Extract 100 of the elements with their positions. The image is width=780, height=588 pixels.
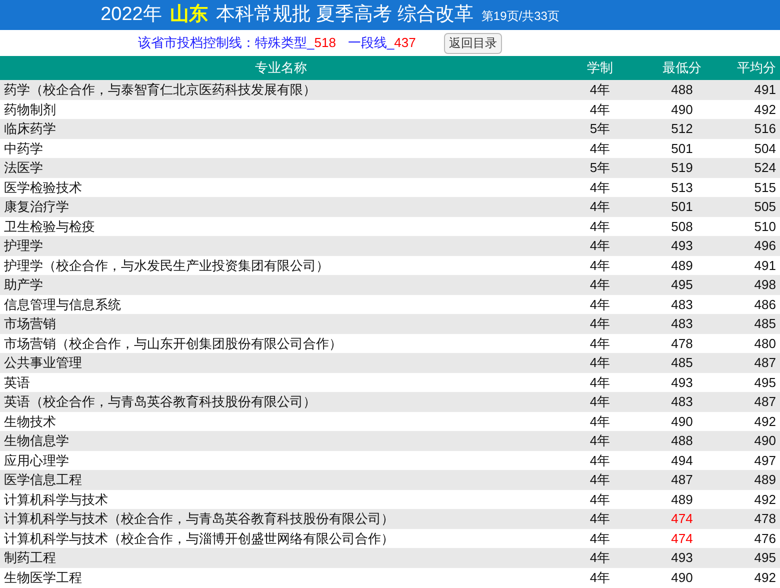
table-cell-text: 512 [670,120,694,138]
table-cell-text: 计算机科学与技术 [3,490,109,508]
table-cell-text: 4年 [588,256,612,274]
table-cell-text: 492 [753,100,777,118]
table-cell-text: 4年 [588,374,612,392]
table-cell-text: 516 [753,120,777,138]
table-cell-text: 490 [670,412,694,430]
column-header: 最低分 [662,59,702,78]
table-cell-text: 医学检验技术 [3,178,83,196]
table-cell-text: 487 [670,471,694,489]
table-cell-text: 501 [670,198,694,216]
table-cell-text: 510 [753,218,777,236]
table-cell-text: 信息管理与信息系统 [3,296,122,314]
table-cell-text: 英语（校企合作，与青岛英谷教育科技股份有限公司） [3,393,317,411]
table-cell-text: 药物制剂 [3,100,57,118]
table-cell-text: 487 [753,354,777,372]
column-header: 专业名称 [254,59,308,78]
table-cell-text: 4年 [588,334,612,352]
table-cell-text: 英语 [3,374,31,392]
table-cell-text: 488 [670,81,694,99]
table-cell-text: 4年 [588,530,612,548]
table-cell-text: 中药学 [3,140,44,158]
table-cell-text: 临床药学 [3,120,57,138]
table-cell-text: 483 [670,393,694,411]
table-cell-text: 489 [753,471,777,489]
column-header: 平均分 [736,59,777,78]
table-cell-text: 490 [670,568,694,586]
table-cell-text: 市场营销（校企合作，与山东开创集团股份有限公司合作） [3,334,343,352]
table-cell-text: 4年 [588,510,612,528]
table-cell-text: 4年 [588,315,612,333]
table-cell-text: 489 [670,490,694,508]
table-cell-text: 4年 [588,81,612,99]
table-cell-text: 市场营销 [3,315,57,333]
table-cell-text: 495 [753,549,777,567]
table-cell-text: 489 [670,256,694,274]
table-cell-text: 药学（校企合作，与泰智育仁北京医药科技发展有限） [3,81,317,99]
table-cell-text: 497 [753,452,777,470]
table-cell-text: 508 [670,218,694,236]
column-header: 学制 [586,59,614,78]
table-cell-text: 490 [753,432,777,450]
table-cell-text: 493 [670,374,694,392]
table-cell-text: 4年 [588,354,612,372]
title-text: 本科常规批 夏季高考 综合改革 [216,2,474,27]
table-cell-text: 488 [670,432,694,450]
table-cell-text: 483 [670,315,694,333]
table-cell-text: 生物医学工程 [3,568,83,586]
province-text: 山东 [170,2,208,27]
table-cell-text: 495 [670,276,694,294]
table-cell-text: 计算机科学与技术（校企合作，与淄博开创盛世网络有限公司合作） [3,530,395,548]
table-cell-text: 496 [753,237,777,255]
table-cell-text: 法医学 [3,159,44,177]
table-cell-text: 助产学 [3,276,44,294]
table-cell-text: 519 [670,159,694,177]
table-cell-text: 474 [670,510,694,528]
table-cell-text: 护理学（校企合作，与水发民生产业投资集团有限公司） [3,256,330,274]
table-cell-text: 4年 [588,568,612,586]
table-cell-text: 医学信息工程 [3,471,83,489]
table-cell-text: 4年 [588,198,612,216]
table-cell-text: 应用心理学 [3,452,70,470]
table-cell-text: 515 [753,178,777,196]
table-cell-text: 4年 [588,549,612,567]
table-cell-text: 504 [753,140,777,158]
table-cell-text: 492 [753,568,777,586]
table-cell-text: 494 [670,452,694,470]
table-cell-text: 483 [670,296,694,314]
table-cell-text: 478 [670,334,694,352]
table-cell-text: 4年 [588,237,612,255]
table-cell-text: 4年 [588,432,612,450]
table-cell-text: 康复治疗学 [3,198,70,216]
table-cell-text: 4年 [588,178,612,196]
control-line-text: 该省市投档控制线：特殊类型_518 一段线_437 [138,34,416,52]
table-cell-text: 480 [753,334,777,352]
table-cell-text: 制药工程 [3,549,57,567]
table-cell-text: 护理学 [3,237,44,255]
table-cell-text: 485 [670,354,694,372]
table-cell-text: 生物技术 [3,412,57,430]
page-counter: 第19页/共33页 [481,8,560,25]
table-cell-text: 492 [753,412,777,430]
table-cell-text: 486 [753,296,777,314]
table-cell-text: 公共事业管理 [3,354,83,372]
table-cell-text: 4年 [588,218,612,236]
year-text: 2022年 [100,2,162,27]
table-cell-text: 4年 [588,140,612,158]
table-cell-text: 490 [670,100,694,118]
table-cell-text: 505 [753,198,777,216]
table-cell-text: 495 [753,374,777,392]
table-cell-text: 493 [670,549,694,567]
table-cell-text: 501 [670,140,694,158]
table-cell-text: 卫生检验与检疫 [3,218,96,236]
table-cell-text: 生物信息学 [3,432,70,450]
table-cell-text: 4年 [588,452,612,470]
table-cell-text: 4年 [588,471,612,489]
table-cell-text: 4年 [588,100,612,118]
table-cell-text: 513 [670,178,694,196]
table-cell-text: 487 [753,393,777,411]
back-button[interactable]: 返回目录 [444,32,502,54]
table-cell-text: 493 [670,237,694,255]
table-cell-text: 4年 [588,296,612,314]
table-cell-text: 476 [753,530,777,548]
table-cell-text: 498 [753,276,777,294]
